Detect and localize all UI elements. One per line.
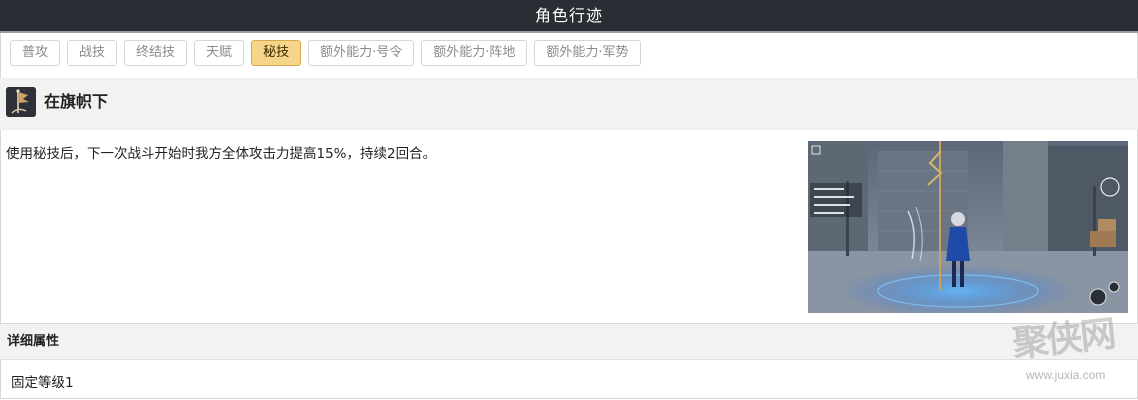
tab-technique[interactable]: 秘技 <box>251 40 302 66</box>
skill-header: 在旗帜下 <box>0 78 1138 130</box>
tab-talent[interactable]: 天赋 <box>194 40 245 66</box>
skill-name: 在旗帜下 <box>44 92 109 111</box>
tab-bonus-ability-1[interactable]: 额外能力·号令 <box>308 40 415 66</box>
tab-ultimate[interactable]: 终结技 <box>124 40 188 66</box>
tab-bonus-ability-3[interactable]: 额外能力·军势 <box>534 40 641 66</box>
tab-bonus-ability-2[interactable]: 额外能力·阵地 <box>421 40 528 66</box>
fixed-level-value: 固定等级1 <box>11 375 74 391</box>
tab-basic-attack[interactable]: 普攻 <box>10 40 61 66</box>
details-title: 详细属性 <box>7 334 60 349</box>
flag-skill-icon <box>6 87 36 117</box>
page-title: 角色行迹 <box>0 0 1138 33</box>
skill-description: 使用秘技后，下一次战斗开始时我方全体攻击力提高15%，持续2回合。 <box>6 146 437 162</box>
details-header: 详细属性 <box>0 324 1138 360</box>
tab-skill[interactable]: 战技 <box>67 40 118 66</box>
skill-tabs: 普攻 战技 终结技 天赋 秘技 额外能力·号令 额外能力·阵地 额外能力·军势 <box>10 40 641 66</box>
gameplay-screenshot <box>808 141 1128 313</box>
